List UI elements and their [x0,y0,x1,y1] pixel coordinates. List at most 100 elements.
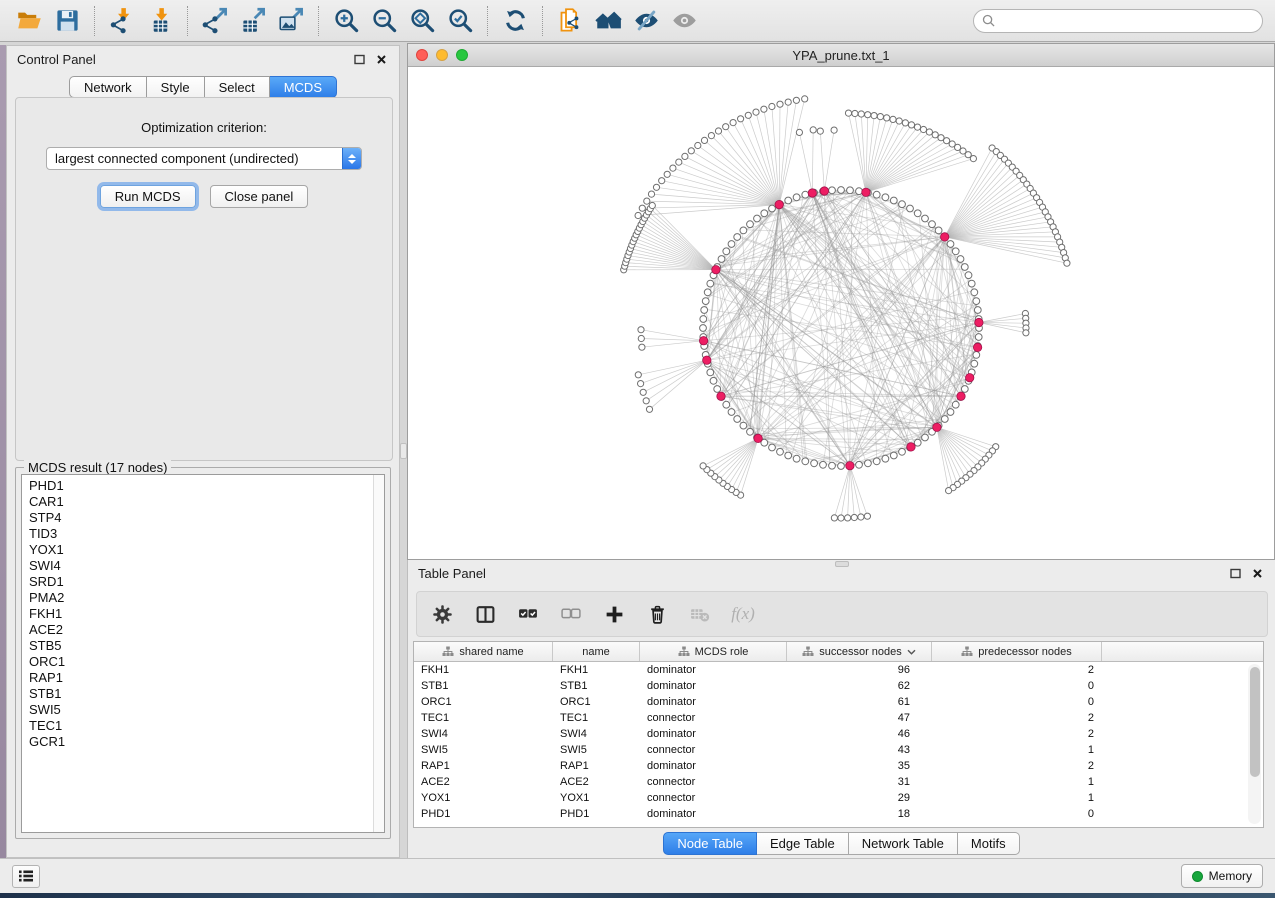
column-header-shared-name[interactable]: shared name [414,642,553,661]
table-toolbar-delete-row-button[interactable] [644,601,670,627]
table-row[interactable]: SWI4SWI4dominator462 [414,726,1263,742]
task-history-button[interactable] [12,865,40,888]
tab-edge-table[interactable]: Edge Table [757,832,849,855]
vertical-splitter[interactable] [400,45,407,858]
network-window-titlebar: YPA_prune.txt_1 [408,44,1274,67]
close-panel-icon[interactable] [373,51,389,67]
import-network-icon [109,7,136,34]
mcds-result-item[interactable]: SWI4 [29,558,373,574]
column-header-successor-nodes[interactable]: successor nodes [787,642,932,661]
cell-shared-name: SWI5 [414,742,553,758]
cell-shared-name: FKH1 [414,662,553,678]
table-row[interactable]: TEC1TEC1connector472 [414,710,1263,726]
mcds-result-item[interactable]: GCR1 [29,734,373,750]
table-toolbar-columns-button[interactable] [472,601,498,627]
table-vertical-scrollbar[interactable] [1248,664,1261,824]
tab-motifs[interactable]: Motifs [958,832,1020,855]
float-panel-icon[interactable] [351,51,367,67]
mcds-result-item[interactable]: PMA2 [29,590,373,606]
table-toolbar: f(x) [416,591,1268,637]
network-canvas[interactable] [408,67,1274,559]
mcds-result-item[interactable]: STP4 [29,510,373,526]
toolbar-button-zoom-fit[interactable] [403,4,441,38]
optimization-criterion-select[interactable]: largest connected component (undirected) [46,147,362,170]
mcds-result-listbox[interactable]: PHD1CAR1STP4TID3YOX1SWI4SRD1PMA2FKH1ACE2… [21,474,385,833]
cell-predecessor-nodes: 0 [932,694,1102,710]
mcds-result-item[interactable]: SWI5 [29,702,373,718]
sort-desc-icon [907,649,916,655]
toolbar-button-zoom-in[interactable] [327,4,365,38]
table-row[interactable]: RAP1RAP1dominator352 [414,758,1263,774]
cell-shared-name: RAP1 [414,758,553,774]
search-box[interactable] [973,9,1263,33]
horizontal-splitter-grip[interactable] [835,561,849,567]
cell-predecessor-nodes: 2 [932,662,1102,678]
toolbar-button-refresh[interactable] [496,4,534,38]
table-row[interactable]: STB1STB1dominator620 [414,678,1263,694]
memory-label: Memory [1209,869,1252,883]
toolbar-button-zoom-out[interactable] [365,4,403,38]
table-row[interactable]: PHD1PHD1dominator180 [414,806,1263,822]
column-label: MCDS role [695,646,749,658]
toolbar-button-import-table[interactable] [141,4,179,38]
table-row[interactable]: FKH1FKH1dominator962 [414,662,1263,678]
toolbar-button-share-document[interactable] [551,4,589,38]
mcds-result-scrollbar[interactable] [373,475,384,832]
table-row[interactable]: SWI5SWI5connector431 [414,742,1263,758]
toolbar-button-home[interactable] [589,4,627,38]
toolbar-button-save[interactable] [48,4,86,38]
table-toolbar-clear-selection-button[interactable] [558,601,584,627]
toolbar-button-hide-selected[interactable] [627,4,665,38]
column-header-name[interactable]: name [553,642,640,661]
scrollbar-thumb[interactable] [1250,667,1260,777]
table-row[interactable]: YOX1YOX1connector291 [414,790,1263,806]
memory-button[interactable]: Memory [1181,864,1263,888]
network-graph[interactable] [408,67,1274,559]
table-row[interactable]: ORC1ORC1dominator610 [414,694,1263,710]
tab-style[interactable]: Style [147,76,205,98]
zoom-out-icon [371,7,398,34]
run-mcds-button[interactable]: Run MCDS [100,185,196,208]
toolbar-button-import-network[interactable] [103,4,141,38]
mcds-result-item[interactable]: FKH1 [29,606,373,622]
mcds-result-item[interactable]: CAR1 [29,494,373,510]
mcds-result-item[interactable]: STB1 [29,686,373,702]
tab-node-table[interactable]: Node Table [663,832,757,855]
mcds-panel: Optimization criterion: largest connecte… [15,97,393,461]
table-toolbar-select-all-button[interactable] [515,601,541,627]
mcds-result-item[interactable]: SRD1 [29,574,373,590]
mcds-result-item[interactable]: STB5 [29,638,373,654]
mcds-result-title: MCDS result (17 nodes) [24,460,171,475]
toolbar-button-export-network[interactable] [196,4,234,38]
mcds-result-item[interactable]: ORC1 [29,654,373,670]
mcds-result-item[interactable]: PHD1 [29,478,373,494]
toolbar-button-export-image[interactable] [272,4,310,38]
tab-network-table[interactable]: Network Table [849,832,958,855]
table-row[interactable]: ACE2ACE2connector311 [414,774,1263,790]
mcds-result-item[interactable]: ACE2 [29,622,373,638]
tab-mcds[interactable]: MCDS [270,76,337,98]
open-file-icon [16,7,43,34]
table-toolbar-add-row-button[interactable] [601,601,627,627]
cell-predecessor-nodes: 2 [932,726,1102,742]
column-header-predecessor-nodes[interactable]: predecessor nodes [932,642,1102,661]
splitter-grip[interactable] [400,443,407,459]
mcds-result-item[interactable]: TID3 [29,526,373,542]
mcds-result-item[interactable]: YOX1 [29,542,373,558]
tab-select[interactable]: Select [205,76,270,98]
table-toolbar-settings-button[interactable] [429,601,455,627]
float-table-panel-icon[interactable] [1227,565,1243,581]
cell-predecessor-nodes: 0 [932,678,1102,694]
mcds-result-item[interactable]: TEC1 [29,718,373,734]
close-table-panel-icon[interactable] [1249,565,1265,581]
cell-name: SWI5 [553,742,640,758]
toolbar-button-zoom-selected[interactable] [441,4,479,38]
tab-network[interactable]: Network [69,76,147,98]
toolbar-button-export-table[interactable] [234,4,272,38]
close-panel-button[interactable]: Close panel [210,185,309,208]
cell-MCDS-role: dominator [640,726,787,742]
toolbar-button-open[interactable] [10,4,48,38]
search-input[interactable] [1000,14,1254,28]
column-header-MCDS-role[interactable]: MCDS role [640,642,787,661]
mcds-result-item[interactable]: RAP1 [29,670,373,686]
